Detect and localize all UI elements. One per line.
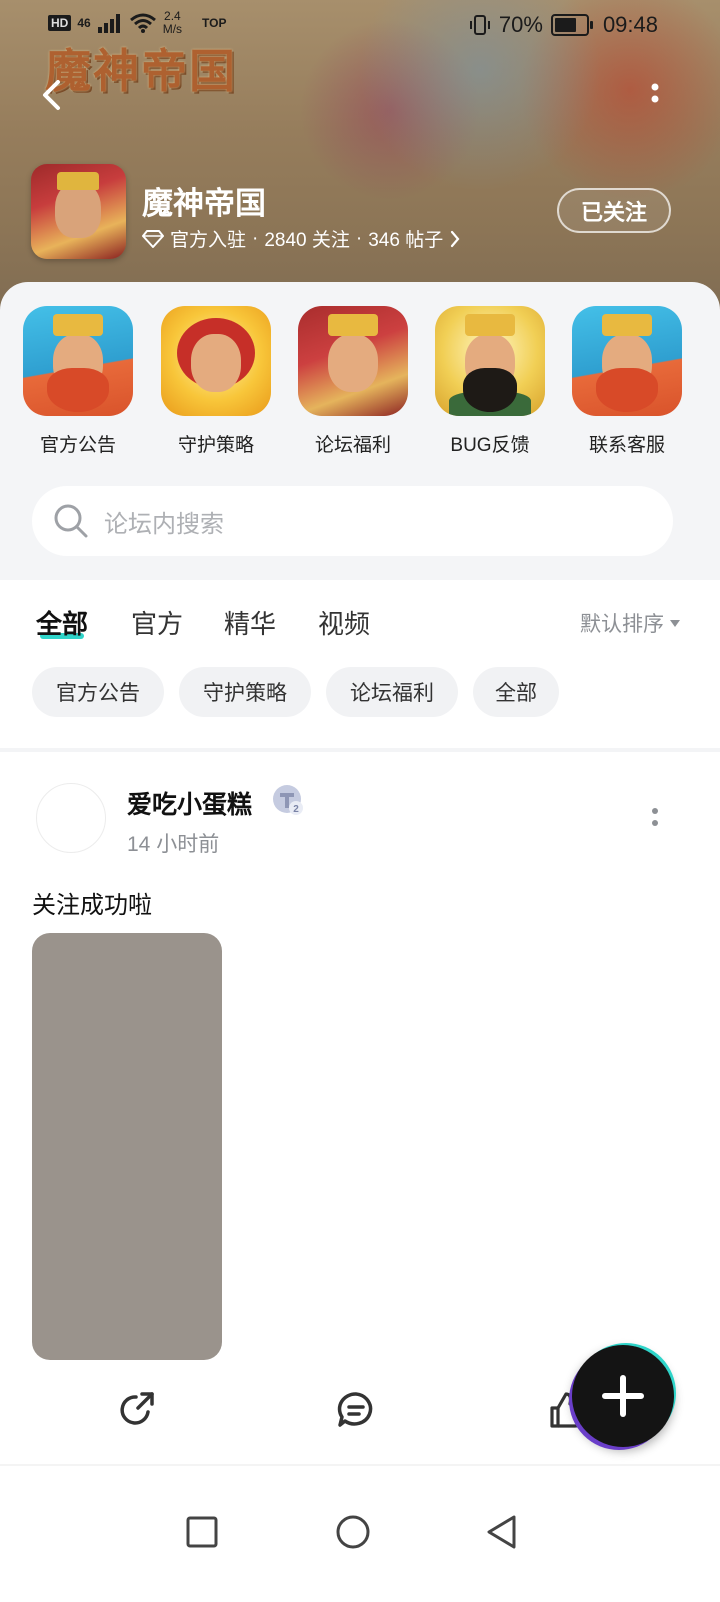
game-icon (31, 164, 126, 259)
followed-button[interactable]: 已关注 (557, 188, 671, 233)
shortcut-customer-service[interactable]: 联系客服 (571, 306, 683, 457)
tab-featured[interactable]: 精华 (224, 604, 276, 641)
home-icon[interactable] (333, 1512, 373, 1552)
top-label: TOP (202, 16, 227, 30)
game-title: 魔神帝国 (142, 186, 266, 221)
shortcut-official-notice[interactable]: 官方公告 (22, 306, 134, 457)
shortcut-label: 论坛福利 (314, 435, 391, 456)
shortcut-guard-strategy[interactable]: 守护策略 (160, 306, 272, 457)
back-arrow-icon[interactable] (36, 78, 70, 112)
tab-official[interactable]: 官方 (131, 604, 183, 641)
hd-badge: HD (48, 15, 72, 31)
net-speed: 2.4 M/s (163, 10, 182, 36)
sort-label: 默认排序 (580, 613, 664, 636)
golden-king-portrait-icon (298, 306, 408, 416)
post-text: 关注成功啦 (32, 892, 152, 919)
official-label: 官方入驻 (170, 230, 247, 251)
chip-guard-strategy[interactable]: 守护策略 (179, 667, 311, 717)
comment-icon[interactable] (336, 1390, 376, 1430)
more-options-icon[interactable] (645, 80, 665, 110)
meta-separator: · (355, 227, 363, 249)
sort-dropdown[interactable]: 默认排序 (580, 608, 680, 638)
post-tabs: 全部 官方 精华 视频 默认排序 (0, 580, 720, 664)
system-nav-bar (0, 1464, 720, 1602)
forum-header-banner: HD 46 2.4 M/s TOP 70% 09:48 魔神帝国 魔神帝国 官方… (0, 0, 720, 330)
post-time: 14 小时前 (127, 833, 220, 856)
tab-all[interactable]: 全部 (36, 604, 88, 641)
signal-icon (97, 14, 120, 33)
game-meta[interactable]: 官方入驻 · 2840 关注 · 346 帖子 (142, 225, 461, 252)
chip-forum-benefits[interactable]: 论坛福利 (326, 667, 458, 717)
wifi-icon (129, 13, 156, 33)
level-badge-number: 2 (293, 804, 299, 815)
meta-separator: · (252, 227, 259, 249)
clock: 09:48 (602, 12, 658, 37)
red-hair-hero-portrait-icon (161, 306, 271, 416)
shortcut-forum-benefits[interactable]: 论坛福利 (297, 306, 409, 457)
dwarf-king-portrait-icon (572, 306, 682, 416)
tab-label: 官方 (131, 609, 184, 639)
post-image[interactable] (32, 933, 222, 1360)
user-level-badge-icon: 2 (273, 785, 303, 815)
avatar[interactable] (36, 783, 106, 853)
shortcut-label: 联系客服 (588, 435, 665, 456)
chip-official-notice[interactable]: 官方公告 (32, 667, 164, 717)
status-right: 70% 09:48 (469, 12, 658, 38)
search-input[interactable]: 论坛内搜索 (32, 486, 673, 556)
recent-apps-icon[interactable] (182, 1512, 222, 1552)
create-post-button[interactable] (572, 1345, 674, 1447)
diamond-icon (142, 229, 164, 248)
search-placeholder: 论坛内搜索 (104, 510, 224, 538)
posts-count: 346 帖子 (368, 230, 444, 251)
post-username[interactable]: 爱吃小蛋糕 (127, 785, 252, 821)
shortcut-label: 官方公告 (39, 435, 116, 456)
tab-label: 视频 (318, 609, 371, 639)
tab-video[interactable]: 视频 (318, 604, 370, 641)
banner-game-logo: 魔神帝国 (45, 45, 237, 97)
tab-label: 全部 (36, 609, 89, 639)
bearded-general-portrait-icon (435, 306, 545, 416)
chevron-right-icon (451, 230, 460, 247)
shortcut-label: 守护策略 (177, 435, 254, 456)
back-triangle-icon[interactable] (482, 1512, 522, 1552)
caret-down-icon (670, 619, 680, 627)
signal-label: 46 (77, 16, 91, 30)
dwarf-king-portrait-icon (23, 306, 133, 416)
plus-icon (602, 1375, 644, 1417)
tab-label: 精华 (224, 609, 277, 639)
share-icon[interactable] (118, 1390, 158, 1430)
game-icon-crown (57, 172, 99, 190)
battery-percent: 70% (498, 12, 543, 37)
battery-icon (550, 14, 593, 36)
search-icon (54, 504, 88, 538)
vibrate-icon (469, 15, 490, 35)
followers-count: 2840 关注 (264, 230, 350, 251)
shortcut-bug-feedback[interactable]: BUG反馈 (434, 306, 546, 457)
chip-all[interactable]: 全部 (473, 667, 559, 717)
post-more-options-icon[interactable] (646, 805, 664, 831)
category-chips: 官方公告 守护策略 论坛福利 全部 (0, 664, 720, 748)
shortcut-panel: 官方公告 守护策略 论坛福利 BUG反馈 联系客服 论坛内搜索 (0, 282, 720, 580)
game-icon-face (55, 182, 101, 238)
status-left: HD 46 2.4 M/s TOP (48, 10, 227, 36)
shortcut-label: BUG反馈 (450, 435, 530, 456)
